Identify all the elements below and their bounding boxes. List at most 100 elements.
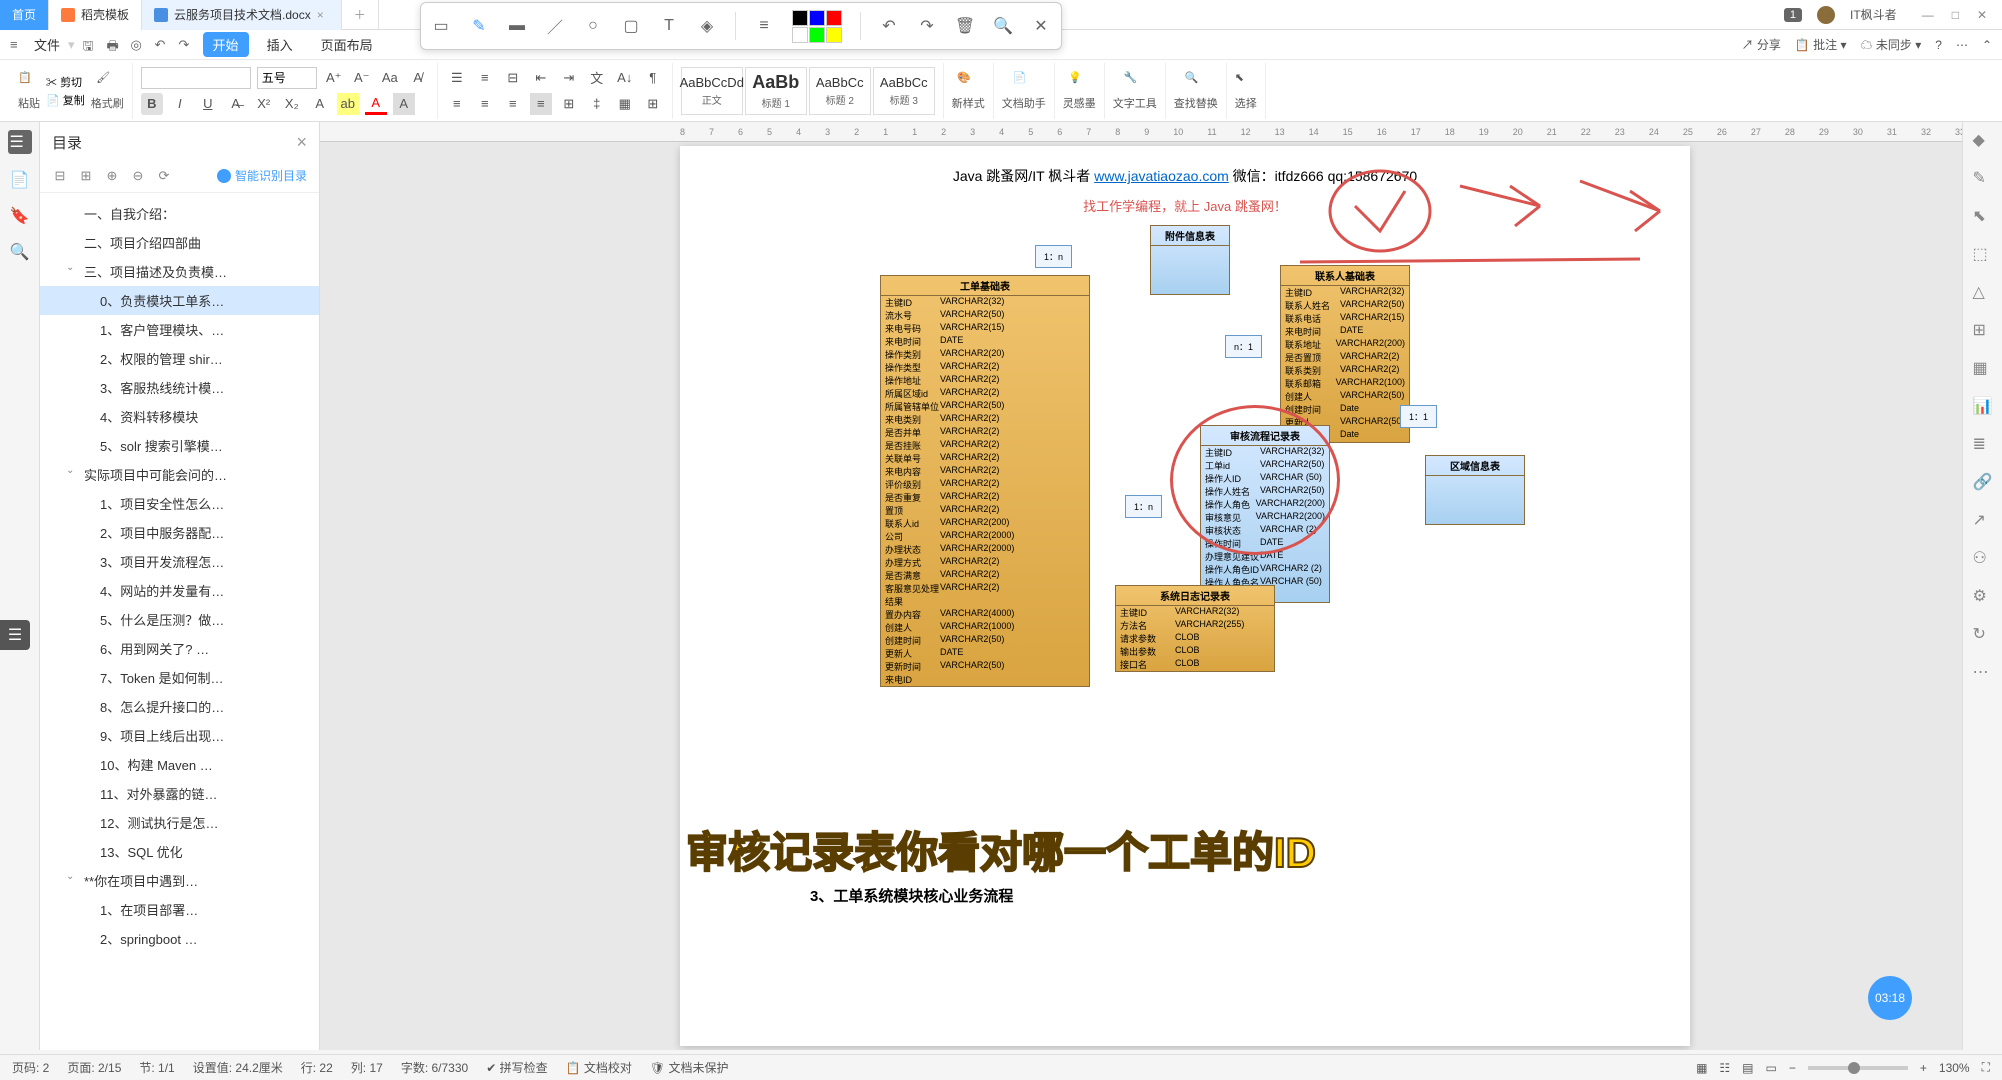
text-icon[interactable]: T [659, 16, 679, 36]
zoom-in-icon[interactable]: + [1920, 1061, 1927, 1075]
save-icon[interactable]: 🖫 [83, 37, 99, 53]
preview-icon[interactable]: ◎ [131, 37, 147, 53]
link-icon[interactable]: 🔗 [1973, 472, 1993, 492]
share-button[interactable]: ↗ 分享 [1742, 36, 1781, 53]
delete-icon[interactable]: 🗑 [955, 16, 975, 36]
status-proof[interactable]: 📋 文档校对 [566, 1059, 632, 1076]
search-icon[interactable]: 🔍 [993, 16, 1013, 36]
bookmark-rail-icon[interactable]: 🔖 [10, 206, 30, 226]
cut-button[interactable]: ✂ 剪切 [46, 74, 85, 90]
toc-item[interactable]: 4、网站的并发量有… [40, 576, 319, 605]
doc-helper-button[interactable]: 📄文档助手 [1002, 71, 1046, 111]
paste-button[interactable]: 📋粘贴 [18, 71, 40, 111]
number-list-icon[interactable]: ≡ [474, 67, 496, 89]
text-direction-icon[interactable]: 文 [586, 67, 608, 89]
status-spellcheck[interactable]: ✔ 拼写检查 [486, 1059, 547, 1076]
add-heading-icon[interactable]: ⊕ [104, 168, 120, 184]
smart-toc-button[interactable]: 智能识别目录 [217, 167, 307, 184]
chart-icon[interactable]: 📊 [1973, 396, 1993, 416]
shading-icon[interactable]: ▦ [614, 93, 636, 115]
toc-item[interactable]: 2、项目中服务器配… [40, 518, 319, 547]
toc-item[interactable]: 2、权限的管理 shir… [40, 344, 319, 373]
collapse-ribbon-icon[interactable]: ⌃ [1982, 38, 1992, 52]
justify-icon[interactable]: ≡ [530, 93, 552, 115]
close-toolbar-icon[interactable]: ✕ [1031, 16, 1051, 36]
change-case-icon[interactable]: Aa [379, 67, 401, 89]
rectangle-icon[interactable]: ▢ [621, 16, 641, 36]
toc-list[interactable]: 一、自我介绍：二、项目介绍四部曲⌄三、项目描述及负责模…0、负责模块工单系…1、… [40, 193, 319, 1050]
diamond-icon[interactable]: ◆ [1973, 130, 1993, 150]
view-print-icon[interactable]: ▦ [1696, 1061, 1707, 1075]
style-normal[interactable]: AaBbCcDd正文 [681, 67, 743, 115]
shape-icon[interactable]: △ [1973, 282, 1993, 302]
remove-heading-icon[interactable]: ⊖ [130, 168, 146, 184]
text-effects-button[interactable]: A [309, 93, 331, 115]
export-icon[interactable]: ↗ [1973, 510, 1993, 530]
distribute-icon[interactable]: ⊞ [558, 93, 580, 115]
font-name-select[interactable] [141, 67, 251, 89]
subscript-button[interactable]: X₂ [281, 93, 303, 115]
toc-item[interactable]: ⌄实际项目中可能会问的… [40, 460, 319, 489]
pen-icon[interactable]: ✎ [469, 16, 489, 36]
tab-add[interactable]: ＋ [342, 0, 379, 30]
decrease-font-icon[interactable]: A⁻ [351, 67, 373, 89]
expand-all-icon[interactable]: ⊞ [78, 168, 94, 184]
menu-icon[interactable]: ≡ [10, 37, 26, 53]
align-center-icon[interactable]: ≡ [474, 93, 496, 115]
toc-item[interactable]: 6、用到网关了? … [40, 634, 319, 663]
redo-menu-icon[interactable]: ↷ [179, 37, 195, 53]
bold-button[interactable]: B [141, 93, 163, 115]
sort-icon[interactable]: A↓ [614, 67, 636, 89]
toc-item[interactable]: 8、怎么提升接口的… [40, 692, 319, 721]
undo-icon[interactable]: ↶ [879, 16, 899, 36]
line-spacing-icon[interactable]: ‡ [586, 93, 608, 115]
menu-start[interactable]: 开始 [203, 32, 249, 57]
pencil-icon[interactable]: ✎ [1973, 168, 1993, 188]
new-style-button[interactable]: 🎨新样式 [952, 71, 985, 111]
highlighter-icon[interactable]: ▬ [507, 16, 527, 36]
toc-item[interactable]: 二、项目介绍四部曲 [40, 228, 319, 257]
clear-format-icon[interactable]: A̸ [407, 67, 429, 89]
more-icon[interactable]: ⋯ [1956, 38, 1968, 52]
show-marks-icon[interactable]: ¶ [642, 67, 664, 89]
tab-template[interactable]: 稻壳模板 [49, 0, 142, 30]
file-menu[interactable]: 文件 [34, 35, 60, 54]
toc-item[interactable]: 13、SQL 优化 [40, 837, 319, 866]
cursor-icon[interactable]: ⬉ [1973, 206, 1993, 226]
toc-item[interactable]: 1、项目安全性怎么… [40, 489, 319, 518]
toc-item[interactable]: 10、构建 Maven … [40, 750, 319, 779]
view-web-icon[interactable]: ☷ [1719, 1061, 1730, 1075]
find-replace-button[interactable]: 🔍查找替换 [1174, 71, 1218, 111]
copy-button[interactable]: 📄 复制 [46, 92, 85, 108]
borders-icon[interactable]: ⊞ [642, 93, 664, 115]
toc-item[interactable]: 5、solr 搜索引擎模… [40, 431, 319, 460]
circle-icon[interactable]: ○ [583, 16, 603, 36]
italic-button[interactable]: I [169, 93, 191, 115]
toc-item[interactable]: 11、对外暴露的链… [40, 779, 319, 808]
notification-badge[interactable]: 1 [1784, 8, 1802, 22]
toc-item[interactable]: 5、什么是压测？做… [40, 605, 319, 634]
multilevel-list-icon[interactable]: ⊟ [502, 67, 524, 89]
minimize-icon[interactable]: — [1922, 8, 1934, 22]
tab-document[interactable]: 云服务项目技术文档.docx× [142, 0, 342, 30]
redo-icon[interactable]: ↷ [917, 16, 937, 36]
font-color-button[interactable]: A [365, 93, 387, 115]
increase-font-icon[interactable]: A⁺ [323, 67, 345, 89]
inspiration-button[interactable]: 💡灵感墨 [1063, 71, 1096, 111]
toc-item[interactable]: 1、客户管理模块、… [40, 315, 319, 344]
toc-item[interactable]: 2、springboot … [40, 924, 319, 953]
status-words[interactable]: 字数: 6/7330 [401, 1059, 468, 1076]
toc-item[interactable]: 3、项目开发流程怎… [40, 547, 319, 576]
align-right-icon[interactable]: ≡ [502, 93, 524, 115]
toc-item[interactable]: 0、负责模块工单系… [40, 286, 319, 315]
toc-toggle-button[interactable]: ☰ [0, 620, 30, 650]
more-tools-icon[interactable]: ⋯ [1973, 662, 1993, 682]
style-heading1[interactable]: AaBb标题 1 [745, 67, 807, 115]
underline-button[interactable]: U [197, 93, 219, 115]
avatar[interactable] [1817, 6, 1835, 24]
outline-rail-icon[interactable]: ☰ [8, 130, 32, 154]
print-icon[interactable]: 🖶 [107, 37, 123, 53]
status-pages[interactable]: 页面: 2/15 [67, 1059, 121, 1076]
undo-menu-icon[interactable]: ↶ [155, 37, 171, 53]
zoom-level[interactable]: 130% [1939, 1061, 1970, 1075]
